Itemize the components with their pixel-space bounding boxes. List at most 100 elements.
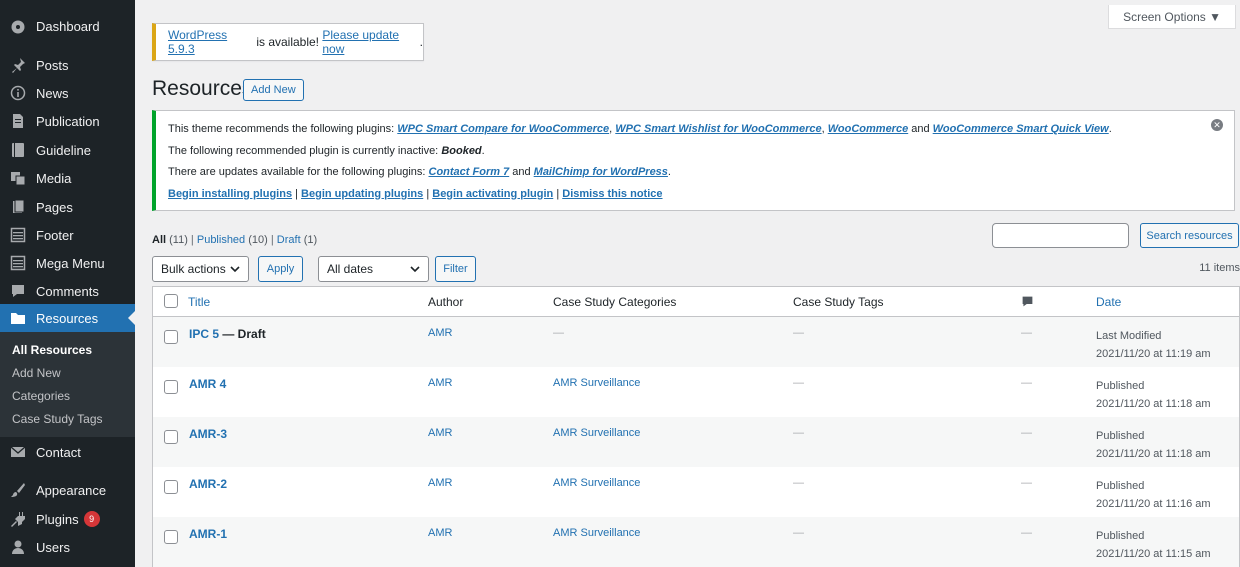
row-checkbox[interactable] xyxy=(164,480,178,494)
filter-draft[interactable]: Draft (1) xyxy=(277,234,317,246)
page-title: Resources xyxy=(152,77,253,100)
sidebar-item-comments[interactable]: Comments xyxy=(0,277,135,305)
sidebar-item-posts[interactable]: Posts xyxy=(0,51,135,79)
author-link[interactable]: AMR xyxy=(428,327,452,339)
post-title-link[interactable]: IPC 5 xyxy=(189,327,219,341)
notice-line-recommends: This theme recommends the following plug… xyxy=(168,123,1234,145)
sidebar-item-label: Appearance xyxy=(36,482,107,498)
begin-updating-link[interactable]: Begin updating plugins xyxy=(301,188,423,200)
row-comments: — xyxy=(1021,327,1032,339)
bulk-actions-select[interactable]: Bulk actions xyxy=(152,256,249,282)
submenu-all-resources[interactable]: All Resources xyxy=(0,338,135,361)
dismiss-notice-link[interactable]: Dismiss this notice xyxy=(562,188,662,200)
sidebar-item-contact[interactable]: Contact xyxy=(0,438,135,466)
please-update-link[interactable]: Please update now xyxy=(322,28,419,56)
category-link[interactable]: AMR Surveillance xyxy=(553,427,640,439)
submenu-categories[interactable]: Categories xyxy=(0,384,135,407)
author-link[interactable]: AMR xyxy=(428,427,452,439)
post-status: Last Modified xyxy=(1096,330,1162,342)
dates-value: All dates xyxy=(327,262,374,276)
separator: | xyxy=(423,187,433,200)
bulk-actions-value: Bulk actions xyxy=(161,262,226,276)
search-input[interactable] xyxy=(992,223,1129,248)
begin-activating-link[interactable]: Begin activating plugin xyxy=(432,188,553,200)
submenu-add-new[interactable]: Add New xyxy=(0,361,135,384)
sidebar-item-media[interactable]: Media xyxy=(0,164,135,192)
post-title-link[interactable]: AMR 4 xyxy=(189,377,226,391)
row-date: Published 2021/11/20 at 11:16 am xyxy=(1096,467,1211,517)
sidebar-item-users[interactable]: Users xyxy=(0,533,135,561)
media-icon xyxy=(0,170,36,186)
table-row: AMR 4 AMR AMR Surveillance — — Published… xyxy=(153,367,1239,417)
mail-icon xyxy=(0,444,36,460)
post-title-link[interactable]: AMR-2 xyxy=(189,477,227,491)
row-author: AMR xyxy=(428,517,452,567)
notice-text: . xyxy=(1108,123,1112,135)
main-content: Screen Options ▼ WordPress 5.9.3 is avai… xyxy=(135,0,1240,567)
filter-published[interactable]: Published (10) xyxy=(197,234,268,246)
sidebar-item-footer[interactable]: Footer xyxy=(0,221,135,249)
author-link[interactable]: AMR xyxy=(428,377,452,389)
folder-icon xyxy=(0,310,36,326)
category-link[interactable]: AMR Surveillance xyxy=(553,477,640,489)
count: (1) xyxy=(303,234,318,246)
category-link[interactable]: AMR Surveillance xyxy=(553,527,640,539)
row-comments: — xyxy=(1021,377,1032,389)
row-category: AMR Surveillance xyxy=(553,367,640,417)
column-date[interactable]: Date xyxy=(1096,287,1121,316)
author-link[interactable]: AMR xyxy=(428,527,452,539)
plugin-link[interactable]: WPC Smart Wishlist for WooCommerce xyxy=(615,123,821,135)
row-date: Published 2021/11/20 at 11:18 am xyxy=(1096,367,1211,417)
post-date: 2021/11/20 at 11:15 am xyxy=(1096,548,1211,560)
row-checkbox[interactable] xyxy=(164,430,178,444)
plugin-link[interactable]: Contact Form 7 xyxy=(429,166,510,178)
notice-action-links: Begin installing plugins | Begin updatin… xyxy=(168,188,1234,210)
add-new-button[interactable]: Add New xyxy=(243,79,304,101)
sidebar-item-dashboard[interactable]: Dashboard xyxy=(0,12,135,40)
sidebar-item-publication[interactable]: Publication xyxy=(0,107,135,135)
sidebar-item-label: Footer xyxy=(36,227,74,243)
row-checkbox[interactable] xyxy=(164,530,178,544)
column-title[interactable]: Title xyxy=(188,287,210,316)
row-title: AMR-2 xyxy=(189,467,227,517)
plugin-link[interactable]: WPC Smart Compare for WooCommerce xyxy=(397,123,609,135)
sidebar-item-label: Plugins xyxy=(36,511,79,527)
screen-options-button[interactable]: Screen Options ▼ xyxy=(1108,5,1236,29)
sidebar-item-pages[interactable]: Pages xyxy=(0,193,135,221)
notice-text: and xyxy=(908,123,933,135)
begin-installing-link[interactable]: Begin installing plugins xyxy=(168,188,292,200)
sidebar-item-appearance[interactable]: Appearance xyxy=(0,476,135,504)
notice-text: This theme recommends the following plug… xyxy=(168,123,398,135)
row-date: Published 2021/11/20 at 11:18 am xyxy=(1096,417,1211,467)
notice-text: . xyxy=(481,144,485,157)
row-checkbox[interactable] xyxy=(164,380,178,394)
apply-button[interactable]: Apply xyxy=(258,256,303,282)
row-tags: — xyxy=(793,527,804,539)
sidebar-item-resources[interactable]: Resources xyxy=(0,304,135,332)
close-icon[interactable]: ✕ xyxy=(1211,119,1223,131)
post-date: 2021/11/20 at 11:19 am xyxy=(1096,348,1211,360)
sidebar-item-plugins[interactable]: Plugins 9 xyxy=(0,505,135,533)
sidebar-item-mega-menu[interactable]: Mega Menu xyxy=(0,249,135,277)
filter-button[interactable]: Filter xyxy=(435,256,476,282)
plugin-link[interactable]: MailChimp for WordPress xyxy=(534,166,668,178)
separator: | xyxy=(292,187,302,200)
wordpress-version-link[interactable]: WordPress 5.9.3 xyxy=(168,28,253,56)
row-comments: — xyxy=(1021,527,1032,539)
plugin-link[interactable]: WooCommerce xyxy=(828,123,908,135)
select-all-checkbox[interactable] xyxy=(164,294,178,308)
category-link[interactable]: AMR Surveillance xyxy=(553,377,640,389)
post-title-link[interactable]: AMR-3 xyxy=(189,427,227,441)
row-checkbox[interactable] xyxy=(164,330,178,344)
brush-icon xyxy=(0,482,36,498)
filter-all[interactable]: All (11) xyxy=(152,234,188,246)
plugin-link[interactable]: WooCommerce Smart Quick View xyxy=(933,123,1109,135)
post-title-link[interactable]: AMR-1 xyxy=(189,527,227,541)
table-header: Title Author Case Study Categories Case … xyxy=(153,287,1239,317)
submenu-case-study-tags[interactable]: Case Study Tags xyxy=(0,407,135,430)
dates-select[interactable]: All dates xyxy=(318,256,429,282)
sidebar-item-news[interactable]: News xyxy=(0,79,135,107)
author-link[interactable]: AMR xyxy=(428,477,452,489)
sidebar-item-guideline[interactable]: Guideline xyxy=(0,136,135,164)
search-resources-button[interactable]: Search resources xyxy=(1140,223,1239,248)
